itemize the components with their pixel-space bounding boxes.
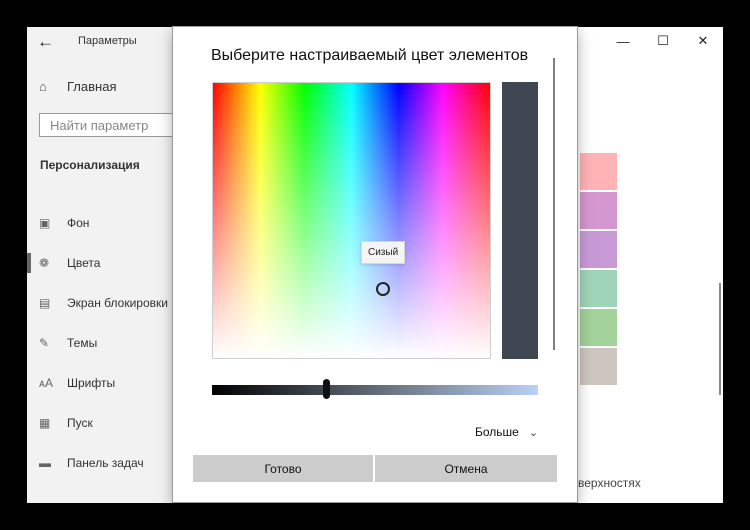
sidebar-item-label: Фон: [67, 216, 90, 230]
image-icon: ▣: [39, 216, 51, 230]
color-swatch[interactable]: [580, 231, 617, 268]
more-label: Больше: [475, 425, 519, 439]
color-swatch[interactable]: [580, 309, 617, 346]
home-icon: ⌂: [39, 79, 47, 94]
color-name-tooltip: Сизый: [361, 241, 406, 264]
sidebar-item-label: Пуск: [67, 416, 93, 430]
themes-icon: ✎: [39, 336, 50, 350]
nav-list: ▣ Фон ❁ Цвета ▤ Экран блокировки ✎ Темы …: [27, 203, 168, 483]
sidebar-item-label: Экран блокировки: [67, 296, 168, 310]
home-label: Главная: [67, 79, 117, 94]
sidebar-item-background[interactable]: ▣ Фон: [39, 203, 168, 243]
main-scrollbar[interactable]: [719, 283, 721, 395]
color-swatch[interactable]: [580, 192, 617, 229]
sidebar-item-themes[interactable]: ✎ Темы: [39, 323, 168, 363]
close-icon[interactable]: ✕: [683, 27, 723, 55]
taskbar-icon: ▬: [39, 456, 51, 470]
color-swatch[interactable]: [580, 153, 617, 190]
sidebar-item-label: Панель задач: [67, 456, 144, 470]
sidebar-item-home[interactable]: ⌂ Главная: [39, 79, 116, 94]
brightness-slider-thumb[interactable]: [322, 379, 330, 399]
color-picker-cursor[interactable]: [376, 282, 390, 296]
window-controls: — ☐ ✕: [603, 27, 723, 55]
search-input[interactable]: Найти параметр: [39, 113, 179, 137]
dialog-scrollbar[interactable]: [553, 58, 555, 350]
color-swatch[interactable]: [580, 348, 617, 385]
chevron-down-icon: ⌄: [528, 426, 539, 439]
cancel-button[interactable]: Отмена: [375, 455, 557, 482]
sidebar-item-label: Цвета: [67, 256, 101, 270]
color-swatches: [580, 153, 617, 387]
sidebar-item-fonts[interactable]: ᴀA Шрифты: [39, 363, 168, 403]
brightness-slider[interactable]: [212, 385, 538, 395]
color-preview: [502, 82, 538, 359]
sidebar-item-lock-screen[interactable]: ▤ Экран блокировки: [39, 283, 168, 323]
done-button[interactable]: Готово: [193, 455, 373, 482]
sidebar-item-label: Шрифты: [67, 376, 116, 390]
lock-screen-icon: ▤: [39, 296, 51, 310]
app-title: Параметры: [78, 35, 137, 47]
dialog-title: Выберите настраиваемый цвет элементов: [211, 47, 529, 64]
sidebar-item-label: Темы: [67, 336, 98, 350]
sidebar-item-taskbar[interactable]: ▬ Панель задач: [39, 443, 168, 483]
palette-icon: ❁: [39, 256, 50, 270]
start-icon: ▦: [39, 416, 51, 430]
custom-color-dialog: Выберите настраиваемый цвет элементов Си…: [173, 27, 577, 502]
color-spectrum[interactable]: [212, 82, 491, 359]
section-title: Персонализация: [40, 158, 140, 172]
sidebar-item-start[interactable]: ▦ Пуск: [39, 403, 168, 443]
color-swatch[interactable]: [580, 270, 617, 307]
maximize-icon[interactable]: ☐: [643, 27, 683, 55]
minimize-icon[interactable]: —: [603, 27, 643, 55]
fonts-icon: ᴀA: [39, 376, 53, 390]
sidebar-item-colors[interactable]: ❁ Цвета: [27, 243, 168, 283]
surfaces-label: верхностях: [578, 476, 641, 490]
sidebar: ← Параметры ⌂ Главная Найти параметр Пер…: [27, 27, 179, 503]
more-toggle[interactable]: Больше ⌄: [475, 425, 538, 439]
back-arrow-icon[interactable]: ←: [37, 32, 54, 52]
